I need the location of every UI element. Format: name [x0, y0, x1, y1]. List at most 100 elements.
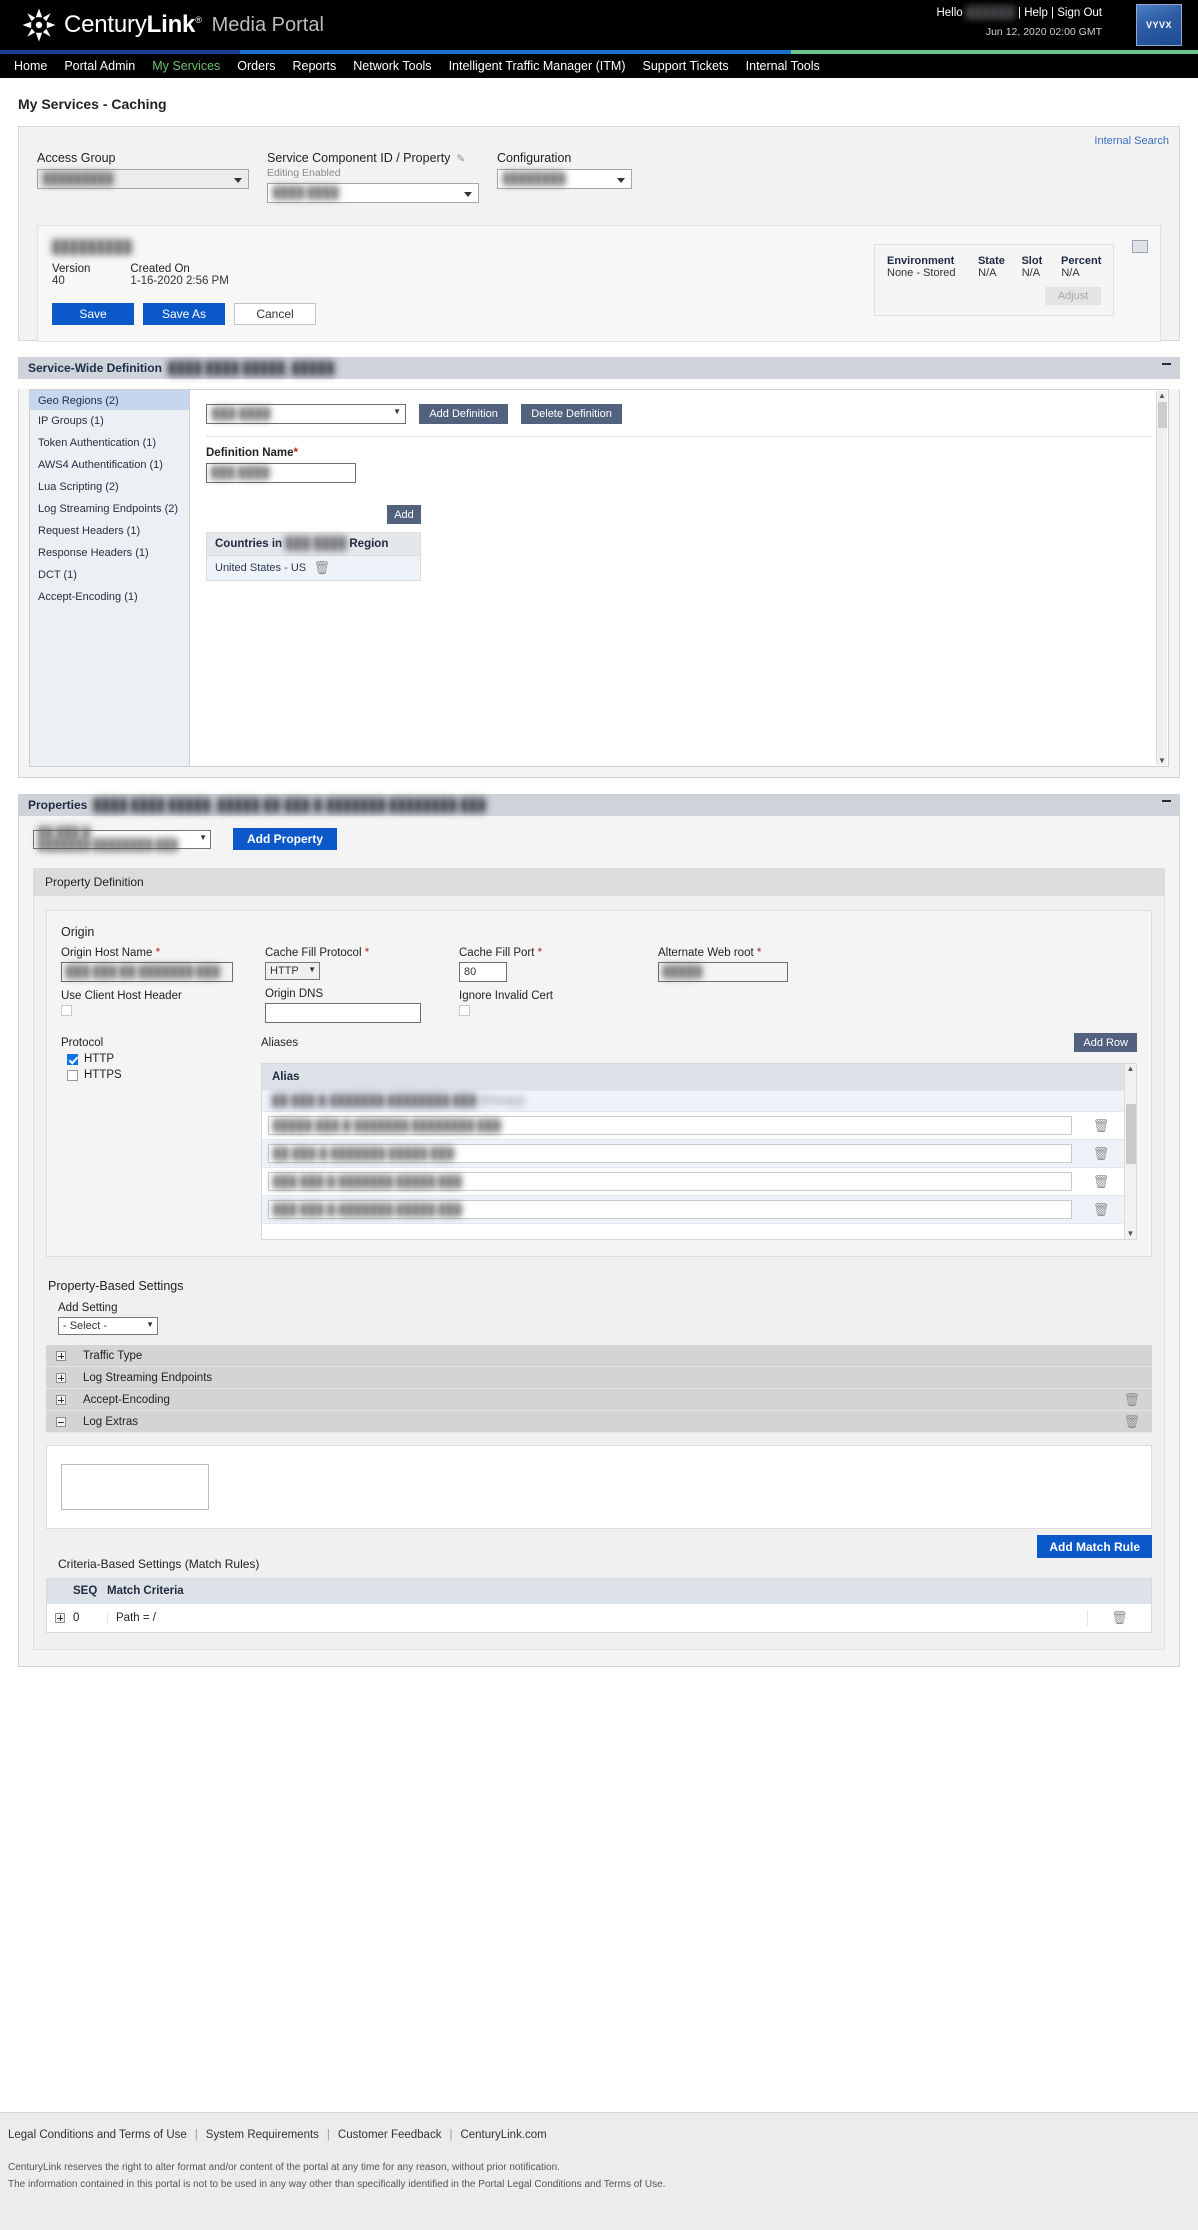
category-item-request-headers[interactable]: Request Headers (1) — [30, 520, 189, 542]
category-item-dct[interactable]: DCT (1) — [30, 564, 189, 586]
nav-item-portal-admin[interactable]: Portal Admin — [64, 59, 135, 73]
delete-icon[interactable]: 🗑 — [1123, 1414, 1140, 1430]
collapse-icon[interactable] — [1162, 363, 1171, 365]
internal-search-link[interactable]: Internal Search — [1094, 135, 1169, 147]
alias-input[interactable]: ███-███-█-███████.█████.███ — [268, 1200, 1072, 1219]
nav-item-my-services[interactable]: My Services — [152, 59, 220, 73]
setting-row-accept-encoding[interactable]: Accept-Encoding 🗑 — [46, 1389, 1152, 1411]
scroll-up-icon[interactable]: ▲ — [1157, 391, 1167, 400]
delete-icon[interactable]: 🗑 — [1123, 1392, 1140, 1408]
footer-link-customer-feedback[interactable]: Customer Feedback — [338, 2129, 442, 2141]
vyvx-logo[interactable]: VYVX — [1136, 4, 1182, 46]
category-item-response-headers[interactable]: Response Headers (1) — [30, 542, 189, 564]
scroll-down-icon[interactable]: ▼ — [1157, 756, 1167, 765]
nav-item-home[interactable]: Home — [14, 59, 47, 73]
nav-item-itm[interactable]: Intelligent Traffic Manager (ITM) — [449, 59, 626, 73]
collapse-icon[interactable] — [56, 1416, 66, 1427]
category-item-token-authentication[interactable]: Token Authentication (1) — [30, 432, 189, 454]
category-item-ip-groups[interactable]: IP Groups (1) — [30, 410, 189, 432]
expand-icon[interactable] — [55, 1613, 65, 1623]
expand-icon[interactable] — [56, 1372, 66, 1383]
delete-definition-button[interactable]: Delete Definition — [521, 404, 622, 424]
nav-item-network-tools[interactable]: Network Tools — [353, 59, 431, 73]
category-item-aws4-authentification[interactable]: AWS4 Authentification (1) — [30, 454, 189, 476]
service-component-value: ████ ████ — [273, 187, 339, 199]
help-link[interactable]: Help — [1024, 7, 1048, 19]
add-setting-select[interactable]: - Select - — [58, 1317, 158, 1335]
definition-name-input[interactable]: ███-████ — [206, 463, 356, 483]
https-checkbox[interactable] — [67, 1069, 78, 1081]
aliases-scrollbar[interactable]: ▲ ▼ — [1124, 1064, 1136, 1239]
brand-logo[interactable]: CenturyLink® Media Portal — [22, 8, 324, 42]
delete-icon[interactable]: 🗑 — [1093, 1202, 1110, 1217]
property-select[interactable]: ██-███-█-███████.████████.███ — [33, 827, 211, 851]
setting-row-traffic-type[interactable]: Traffic Type — [46, 1345, 1152, 1367]
ignore-invalid-cert-checkbox[interactable] — [459, 1005, 470, 1016]
add-match-rule-button[interactable]: Add Match Rule — [1037, 1535, 1152, 1558]
scrollbar-thumb[interactable] — [1126, 1104, 1136, 1164]
category-item-accept-encoding[interactable]: Accept-Encoding (1) — [30, 586, 189, 608]
save-button[interactable]: Save — [52, 303, 134, 325]
nav-item-support-tickets[interactable]: Support Tickets — [642, 59, 728, 73]
access-group-select[interactable]: █████████ — [37, 169, 249, 189]
category-item-log-streaming-endpoints[interactable]: Log Streaming Endpoints (2) — [30, 498, 189, 520]
configuration-select[interactable]: ████████ — [497, 169, 632, 189]
add-row-button[interactable]: Add Row — [1074, 1033, 1137, 1052]
protocol-option-https[interactable]: HTTPS — [61, 1069, 261, 1081]
panel-toggle-icon[interactable] — [1132, 240, 1148, 253]
nav-item-internal-tools[interactable]: Internal Tools — [746, 59, 820, 73]
scroll-down-icon[interactable]: ▼ — [1125, 1229, 1136, 1239]
add-definition-button[interactable]: Add Definition — [419, 404, 508, 424]
scroll-up-icon[interactable]: ▲ — [1125, 1064, 1136, 1074]
sign-out-link[interactable]: Sign Out — [1057, 7, 1102, 19]
log-extras-textarea[interactable] — [61, 1464, 209, 1510]
setting-label: Log Extras — [83, 1415, 138, 1428]
cache-fill-protocol-select[interactable]: HTTP — [265, 962, 320, 980]
category-item-geo-regions[interactable]: Geo Regions (2) — [30, 390, 189, 410]
nav-item-orders[interactable]: Orders — [237, 59, 275, 73]
delete-icon[interactable]: 🗑 — [1093, 1118, 1110, 1133]
delete-icon[interactable]: 🗑 — [314, 560, 413, 576]
delete-icon[interactable]: 🗑 — [1093, 1146, 1110, 1161]
origin-dns-input[interactable] — [265, 1003, 421, 1023]
footer-link-system-requirements[interactable]: System Requirements — [206, 2129, 319, 2141]
use-client-host-header-checkbox[interactable] — [61, 1005, 72, 1016]
expand-icon[interactable] — [56, 1350, 66, 1361]
origin-host-name-input[interactable]: ███-███.██-███████.███ — [61, 962, 233, 982]
service-wide-definition-header[interactable]: Service-Wide Definition ████ ████ █████_… — [18, 357, 1180, 379]
add-country-button[interactable]: Add — [387, 505, 421, 524]
alternate-web-root-input[interactable]: █████ — [658, 962, 788, 982]
collapse-icon[interactable] — [1162, 800, 1171, 802]
setting-row-log-extras[interactable]: Log Extras 🗑 — [46, 1411, 1152, 1433]
category-item-lua-scripting[interactable]: Lua Scripting (2) — [30, 476, 189, 498]
expand-icon[interactable] — [56, 1394, 66, 1405]
brand-link: Link — [146, 11, 196, 38]
save-as-button[interactable]: Save As — [143, 303, 225, 325]
add-property-button[interactable]: Add Property — [233, 828, 338, 850]
http-checkbox[interactable] — [67, 1053, 78, 1065]
alias-input[interactable]: █████-███-█-███████.████████.███ — [268, 1116, 1072, 1135]
definition-select[interactable]: ███-████ — [206, 404, 406, 424]
nav-item-reports[interactable]: Reports — [293, 59, 337, 73]
scrollbar-thumb[interactable] — [1158, 402, 1167, 428]
footer-link-centurylink-com[interactable]: CenturyLink.com — [460, 2129, 546, 2141]
user-name: ██████ — [965, 7, 1015, 19]
delete-icon[interactable]: 🗑 — [1111, 1610, 1128, 1625]
ignore-invalid-cert-label: Ignore Invalid Cert — [459, 990, 553, 1002]
definition-panel-scrollbar[interactable]: ▲ ▼ — [1156, 391, 1167, 765]
protocol-option-http[interactable]: HTTP — [61, 1053, 261, 1065]
cache-fill-port-input[interactable]: 80 — [459, 962, 507, 982]
version-label: Version — [52, 263, 91, 275]
header-sep-2: | — [1051, 7, 1055, 19]
delete-icon[interactable]: 🗑 — [1093, 1174, 1110, 1189]
criteria-based-settings-title: Criteria-Based Settings (Match Rules) — [58, 1557, 260, 1571]
cancel-button[interactable]: Cancel — [234, 303, 316, 325]
properties-header[interactable]: Properties ████ ████ █████_█████ ██-███-… — [18, 794, 1180, 816]
state-header: State — [977, 255, 1005, 267]
alias-input[interactable]: ███-███-█-███████.█████.███ — [268, 1172, 1072, 1191]
setting-row-log-streaming-endpoints[interactable]: Log Streaming Endpoints — [46, 1367, 1152, 1389]
match-rule-row[interactable]: 0 Path = / 🗑 — [47, 1603, 1151, 1632]
alias-input[interactable]: ██-███-█-███████.█████.███ — [268, 1144, 1072, 1163]
footer-link-legal[interactable]: Legal Conditions and Terms of Use — [8, 2129, 187, 2141]
service-component-select[interactable]: ████ ████ — [267, 183, 479, 203]
